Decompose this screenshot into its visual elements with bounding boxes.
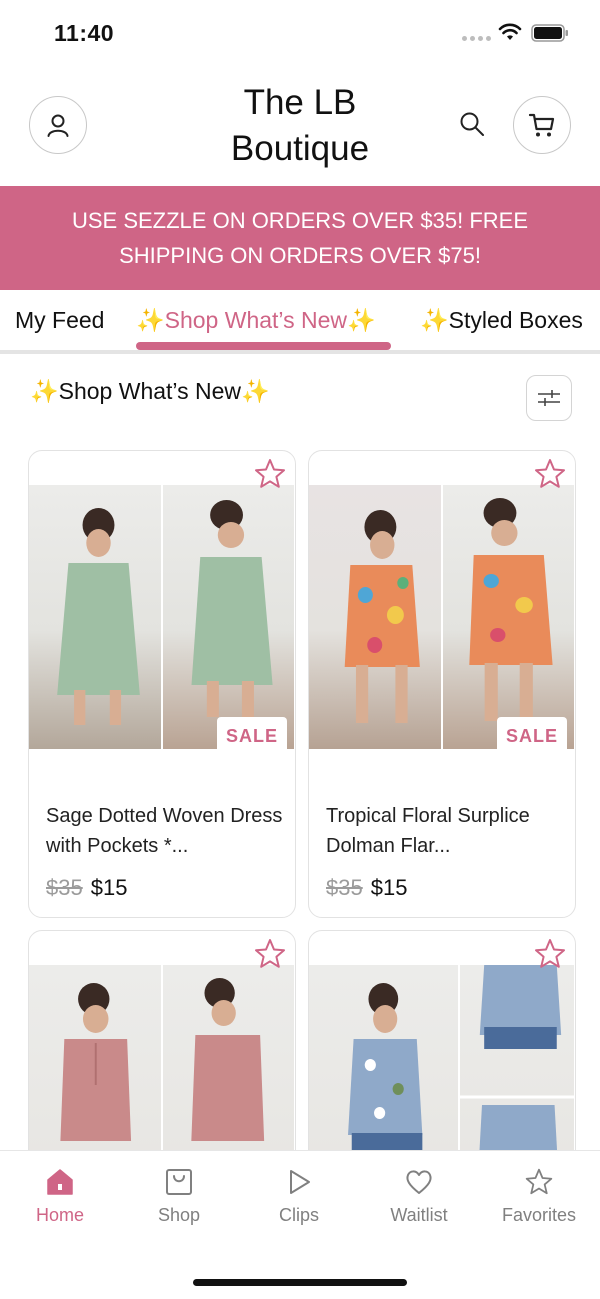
nav-waitlist-label: Waitlist bbox=[390, 1205, 448, 1225]
favorite-star-icon[interactable] bbox=[533, 937, 567, 971]
favorite-star-icon[interactable] bbox=[253, 937, 287, 971]
nav-shop-label: Shop bbox=[157, 1205, 201, 1225]
cart-icon bbox=[528, 113, 555, 137]
favorite-star-icon[interactable] bbox=[533, 457, 567, 491]
product-card[interactable]: SALE Sage Dotted Woven Dress with Pocket… bbox=[28, 450, 296, 918]
wifi-icon bbox=[498, 23, 522, 40]
search-button[interactable] bbox=[456, 108, 488, 140]
nav-favorites[interactable]: Favorites bbox=[484, 1167, 594, 1226]
nav-clips-label: Clips bbox=[278, 1205, 319, 1225]
bottom-nav: Home Shop Clips Waitlist Favorites bbox=[0, 1150, 600, 1299]
nav-clips[interactable]: Clips bbox=[244, 1167, 354, 1226]
sale-badge: SALE bbox=[217, 717, 287, 755]
product-photo-side bbox=[162, 485, 294, 749]
status-time: 11:40 bbox=[54, 20, 115, 46]
product-price: $35 $15 bbox=[326, 875, 407, 901]
app-header: The LB Boutique bbox=[0, 66, 600, 186]
nav-home-label: Home bbox=[35, 1205, 84, 1225]
original-price: $35 bbox=[46, 875, 83, 900]
tab-styled-boxes[interactable]: ✨Styled Boxes bbox=[420, 290, 583, 350]
product-price: $35 $15 bbox=[46, 875, 127, 901]
product-photo-side bbox=[442, 485, 574, 749]
promo-text: USE SEZZLE ON ORDERS OVER $35! FREE SHIP… bbox=[71, 208, 528, 268]
home-indicator bbox=[193, 1279, 407, 1286]
product-name[interactable]: Sage Dotted Woven Dress with Pockets *..… bbox=[46, 801, 284, 861]
shopping-bag-icon bbox=[166, 1169, 192, 1195]
tab-my-feed[interactable]: My Feed bbox=[15, 290, 104, 350]
cart-button[interactable] bbox=[513, 96, 571, 154]
nav-home[interactable]: Home bbox=[5, 1167, 115, 1226]
product-name[interactable]: Tropical Floral Surplice Dolman Flar... bbox=[326, 801, 564, 861]
product-photo-front bbox=[309, 485, 441, 749]
product-photo-front bbox=[29, 485, 161, 749]
active-tab-indicator bbox=[136, 342, 391, 350]
sliders-icon bbox=[538, 390, 560, 406]
sale-price: $15 bbox=[370, 875, 408, 900]
star-icon bbox=[525, 1168, 553, 1195]
section-title: ✨Shop What’s New✨ bbox=[30, 378, 270, 404]
person-icon bbox=[47, 114, 69, 137]
play-icon bbox=[290, 1170, 310, 1194]
sale-price: $15 bbox=[90, 875, 128, 900]
product-card[interactable]: SALE Tropical Floral Surplice Dolman Fla… bbox=[308, 450, 576, 918]
product-image[interactable] bbox=[309, 485, 574, 749]
home-icon bbox=[47, 1169, 73, 1195]
original-price: $35 bbox=[326, 875, 363, 900]
nav-favorites-label: Favorites bbox=[501, 1205, 577, 1225]
nav-waitlist[interactable]: Waitlist bbox=[364, 1167, 474, 1226]
status-bar: 11:40 bbox=[0, 0, 600, 66]
tab-bar: My Feed ✨Shop What’s New✨ ✨Styled Boxes bbox=[0, 290, 600, 354]
store-title: The LB Boutique bbox=[230, 83, 370, 168]
battery-icon bbox=[531, 24, 568, 42]
favorite-star-icon[interactable] bbox=[253, 457, 287, 491]
heart-icon bbox=[406, 1170, 432, 1194]
account-button[interactable] bbox=[29, 96, 87, 154]
signal-icon bbox=[462, 36, 491, 41]
product-image[interactable] bbox=[29, 485, 294, 749]
filter-button[interactable] bbox=[526, 375, 572, 421]
sale-badge: SALE bbox=[497, 717, 567, 755]
search-icon bbox=[460, 112, 484, 136]
tab-shop-whats-new[interactable]: ✨Shop What’s New✨ bbox=[136, 290, 376, 350]
promo-banner[interactable]: USE SEZZLE ON ORDERS OVER $35! FREE SHIP… bbox=[0, 186, 600, 290]
nav-shop[interactable]: Shop bbox=[124, 1167, 234, 1226]
